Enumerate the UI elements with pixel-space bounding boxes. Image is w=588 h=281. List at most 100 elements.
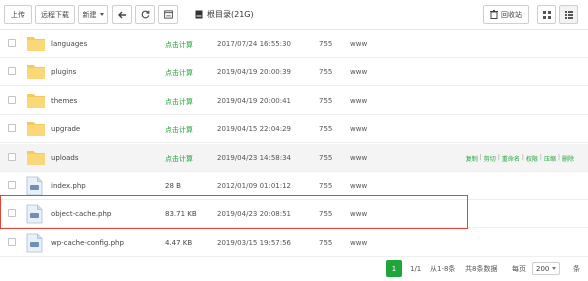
row-checkbox[interactable]: [8, 95, 16, 104]
file-name[interactable]: object-cache.php: [51, 210, 111, 218]
per-page-label: 每页: [512, 262, 526, 276]
row-actions: 复制 | 剪切 | 重命名 | 权限 | 压缩 | 删除: [466, 154, 574, 163]
permission[interactable]: 755: [319, 40, 332, 48]
calculate-size-link[interactable]: 点击计算: [165, 154, 193, 164]
per-page-text: 每页: [512, 265, 526, 273]
calculate-size-link[interactable]: 点击计算: [165, 68, 193, 78]
row-action-link[interactable]: 压缩: [544, 154, 556, 163]
breadcrumb[interactable]: 根目录(21G): [195, 9, 254, 20]
file-size: 28 B: [165, 182, 181, 190]
action-separator: |: [521, 153, 524, 161]
modified-date: 2019/04/23 14:58:34: [217, 153, 292, 162]
row-checkbox[interactable]: [8, 209, 16, 218]
file-row[interactable]: object-cache.php 83.71 KB 2019/04/23 20:08…: [0, 200, 588, 229]
calculate-size-link[interactable]: 点击计算: [165, 97, 193, 107]
folder-icon[interactable]: [26, 148, 46, 168]
terminal-icon: [163, 10, 173, 19]
file-size: 83.71 KB: [165, 210, 197, 219]
current-page-label: 1: [391, 264, 397, 273]
upload-label: 上传: [11, 10, 25, 19]
folder-icon[interactable]: [26, 91, 46, 111]
php-file-icon[interactable]: [26, 204, 43, 226]
modified-date: 2017/07/24 16:55:30: [217, 40, 292, 48]
row-action-link[interactable]: 重命名: [502, 154, 520, 163]
toolbar: 上传 远程下载 新建 根目录(21G) 回收站: [0, 0, 588, 30]
page-count: 1/1: [410, 262, 421, 276]
owner[interactable]: www: [350, 40, 367, 48]
owner[interactable]: www: [350, 210, 367, 218]
recycle-bin-button[interactable]: 回收站: [483, 5, 529, 24]
owner[interactable]: www: [350, 182, 367, 190]
row-action-link[interactable]: 复制: [466, 154, 478, 163]
per-page-unit: 条: [573, 262, 580, 276]
permission[interactable]: 755: [319, 210, 332, 218]
file-row[interactable]: languages 点击计算 2017/07/24 16:55:30 755 www: [0, 30, 588, 58]
total-count-label: 共8条数据: [465, 265, 498, 273]
row-checkbox[interactable]: [8, 237, 16, 246]
action-separator: |: [479, 153, 482, 161]
row-checkbox[interactable]: [8, 152, 16, 161]
folder-icon[interactable]: [26, 62, 46, 82]
file-name[interactable]: wp-cache-config.php: [51, 239, 124, 247]
list-view-button[interactable]: [559, 5, 578, 24]
row-checkbox[interactable]: [8, 39, 16, 47]
folder-icon[interactable]: [26, 119, 46, 139]
modified-date: 2019/03/15 19:57:56: [217, 238, 292, 247]
file-name[interactable]: languages: [51, 40, 87, 48]
file-row[interactable]: wp-cache-config.php 4.47 KB 2019/03/15 19:…: [0, 229, 588, 257]
row-action-link[interactable]: 剪切: [484, 154, 496, 163]
file-name[interactable]: plugins: [51, 68, 76, 76]
file-name[interactable]: upgrade: [51, 125, 80, 133]
php-file-icon[interactable]: [26, 176, 43, 198]
permission[interactable]: 755: [319, 239, 332, 247]
row-checkbox[interactable]: [8, 67, 16, 76]
modified-date: 2019/04/19 20:00:39: [217, 68, 292, 77]
row-action-link[interactable]: 权限: [526, 154, 538, 163]
file-name[interactable]: uploads: [51, 154, 79, 162]
calculate-size-link[interactable]: 点击计算: [165, 40, 193, 50]
page-1-button[interactable]: 1: [386, 260, 402, 277]
chevron-down-icon: [552, 267, 557, 270]
row-action-link[interactable]: 删除: [562, 154, 574, 163]
back-button[interactable]: [112, 5, 132, 24]
permission[interactable]: 755: [319, 68, 332, 76]
grid-view-button[interactable]: [537, 5, 556, 24]
php-file-icon[interactable]: [26, 233, 43, 255]
remote-download-label: 远程下载: [41, 10, 69, 19]
recycle-bin-label: 回收站: [501, 10, 522, 19]
action-separator: |: [539, 153, 542, 161]
new-dropdown-button[interactable]: 新建: [78, 5, 108, 24]
file-name[interactable]: index.php: [51, 182, 86, 190]
row-checkbox[interactable]: [8, 181, 16, 189]
upload-button[interactable]: 上传: [4, 5, 32, 24]
file-row[interactable]: upgrade 点击计算 2019/04/15 22:04:29 755 www: [0, 115, 588, 144]
file-row[interactable]: plugins 点击计算 2019/04/19 20:00:39 755 www: [0, 58, 588, 87]
modified-date: 2012/01/09 01:01:12: [217, 182, 292, 190]
owner[interactable]: www: [350, 97, 367, 105]
action-separator: |: [557, 153, 560, 161]
owner[interactable]: www: [350, 154, 367, 162]
file-name[interactable]: themes: [51, 97, 77, 105]
per-page-value: 200: [536, 264, 550, 273]
owner[interactable]: www: [350, 125, 367, 133]
per-page-select[interactable]: 200: [532, 262, 561, 275]
grid-icon: [542, 10, 551, 19]
calculate-size-link[interactable]: 点击计算: [165, 125, 193, 135]
permission[interactable]: 755: [319, 97, 332, 105]
file-row[interactable]: uploads 点击计算 2019/04/23 14:58:34 755 www 复制 | 剪…: [0, 143, 588, 172]
terminal-button[interactable]: [158, 5, 178, 24]
new-label: 新建: [82, 10, 97, 19]
remote-download-button[interactable]: 远程下载: [35, 5, 75, 24]
permission[interactable]: 755: [319, 154, 332, 162]
file-row[interactable]: index.php 28 B 2012/01/09 01:01:12 755 www: [0, 172, 588, 200]
folder-icon[interactable]: [26, 34, 46, 54]
refresh-icon: [141, 10, 149, 19]
owner[interactable]: www: [350, 239, 367, 247]
row-checkbox[interactable]: [8, 124, 16, 133]
refresh-button[interactable]: [135, 5, 155, 24]
arrow-left-icon: [117, 11, 126, 18]
permission[interactable]: 755: [319, 125, 332, 133]
file-row[interactable]: themes 点击计算 2019/04/19 20:00:41 755 www: [0, 87, 588, 115]
permission[interactable]: 755: [319, 182, 332, 190]
owner[interactable]: www: [350, 68, 367, 76]
